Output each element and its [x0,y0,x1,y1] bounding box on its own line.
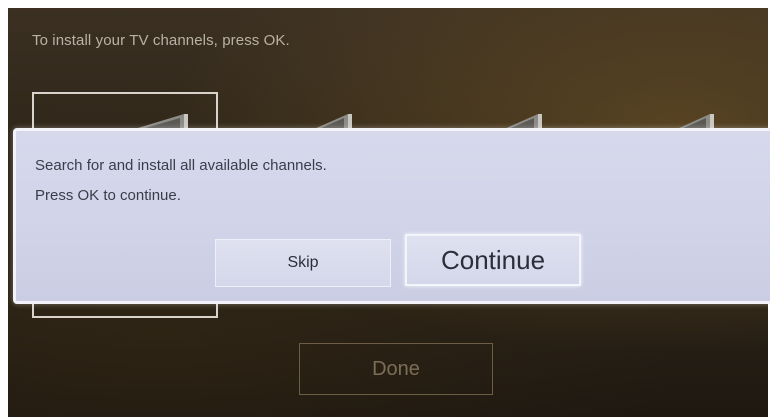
instruction-text: To install your TV channels, press OK. [32,32,290,49]
continue-button[interactable]: Continue [405,234,581,286]
install-dialog: Search for and install all available cha… [13,128,770,304]
done-button[interactable]: Done [299,343,493,395]
skip-button[interactable]: Skip [215,239,391,287]
dialog-message-line1: Search for and install all available cha… [35,157,327,174]
dialog-message-line2: Press OK to continue. [35,187,181,204]
